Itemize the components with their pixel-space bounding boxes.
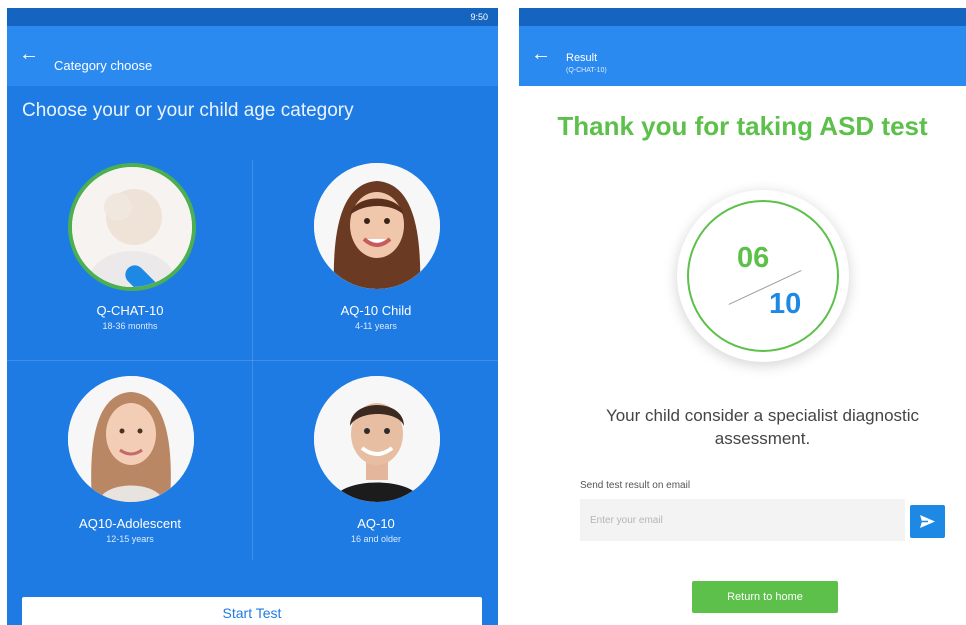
page-heading: Choose your or your child age category: [22, 100, 354, 121]
status-bar: [519, 8, 966, 26]
back-arrow-icon[interactable]: ←: [19, 44, 39, 64]
result-message: Your child consider a specialist diagnos…: [605, 406, 920, 448]
score-total: 10: [769, 288, 802, 320]
category-label: AQ-10 Child: [340, 303, 412, 318]
thanks-heading: Thank you for taking ASD test: [557, 111, 928, 141]
avatar: [68, 163, 196, 291]
status-time: 9:50: [470, 12, 488, 22]
avatar: [314, 163, 440, 289]
start-test-button[interactable]: Start Test: [22, 597, 482, 625]
category-aq-10[interactable]: AQ-10 16 and older: [255, 376, 497, 576]
app-bar: ← Category choose: [7, 26, 498, 86]
category-label: AQ10-Adolescent: [79, 516, 181, 531]
score-badge: 06 10: [677, 190, 849, 362]
adolescent-photo: [68, 376, 194, 502]
email-label: Send test result on email: [580, 480, 691, 491]
category-range: 16 and older: [350, 534, 402, 544]
score-ring: 06 10: [687, 200, 839, 352]
avatar: [314, 376, 440, 502]
send-icon: [920, 515, 935, 528]
screen-subtitle: (Q-CHAT-10): [566, 67, 607, 74]
send-email-button[interactable]: [910, 505, 945, 538]
category-range: 4-11 years: [355, 321, 397, 331]
category-label: AQ-10: [357, 516, 395, 531]
category-range: 18-36 months: [102, 321, 158, 331]
category-choose-screen: 9:50 ← Category choose Choose your or yo…: [7, 8, 498, 625]
status-bar: 9:50: [7, 8, 498, 26]
category-aq-10-child[interactable]: AQ-10 Child 4-11 years: [255, 163, 497, 363]
return-home-button[interactable]: Return to home: [692, 581, 838, 613]
email-field[interactable]: [580, 499, 905, 541]
category-label: Q-CHAT-10: [96, 303, 164, 318]
score-value: 06: [737, 242, 770, 274]
screen-title: Result: [566, 52, 598, 64]
category-range: 12-15 years: [106, 534, 154, 544]
screen-title: Category choose: [54, 58, 153, 73]
app-bar: ← Result (Q-CHAT-10): [519, 26, 966, 86]
child-photo: [314, 163, 440, 289]
category-aq10-adolescent[interactable]: AQ10-Adolescent 12-15 years: [9, 376, 251, 576]
category-q-chat-10[interactable]: Q-CHAT-10 18-36 months: [9, 163, 251, 363]
back-arrow-icon[interactable]: ←: [531, 44, 551, 64]
check-icon: [125, 256, 192, 287]
result-screen: ← Result (Q-CHAT-10) Thank you for takin…: [519, 8, 966, 625]
avatar: [68, 376, 194, 502]
adult-photo: [314, 376, 440, 502]
